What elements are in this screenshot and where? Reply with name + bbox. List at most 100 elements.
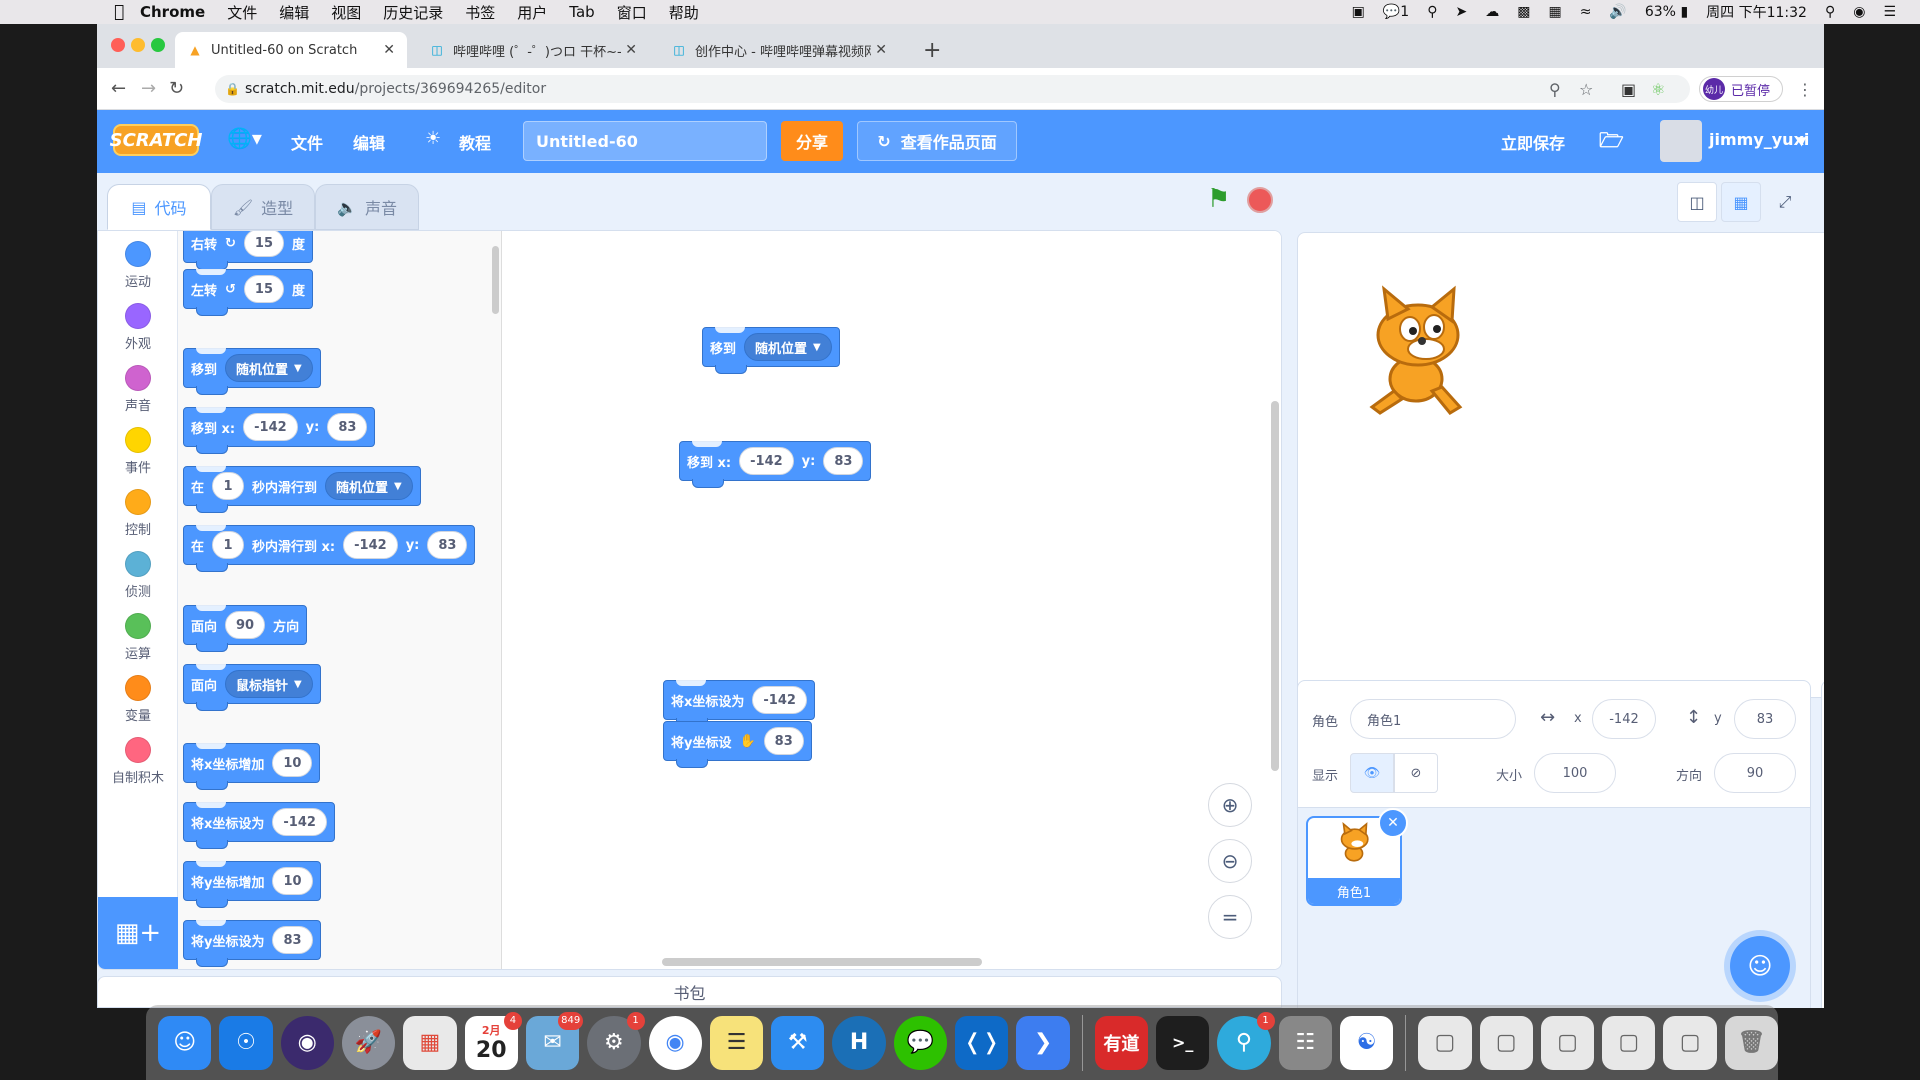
- palette-block-point-direction[interactable]: 面向 90 方向: [183, 605, 308, 652]
- palette-block-turn-right[interactable]: 右转 ↻ 15 度: [183, 231, 314, 270]
- block-input[interactable]: 83: [763, 727, 804, 755]
- small-stage-button[interactable]: ◫: [1677, 182, 1717, 222]
- category-motion[interactable]: 运动: [98, 241, 178, 290]
- zoom-magnifier-icon[interactable]: ⚲: [1549, 80, 1561, 99]
- back-arrow-icon[interactable]: ←: [111, 78, 126, 99]
- dock-terminal-icon[interactable]: >_: [1155, 1015, 1210, 1070]
- profile-paused-button[interactable]: 幼儿 已暂停: [1699, 76, 1784, 102]
- menubar-item-view[interactable]: 视图: [331, 2, 361, 23]
- palette-block-change-y[interactable]: 将y坐标增加 10: [183, 861, 321, 908]
- stop-sign-icon[interactable]: [1247, 187, 1273, 213]
- react-extension-icon[interactable]: ⚛: [1651, 80, 1665, 99]
- show-hidden-button[interactable]: ⊘: [1394, 753, 1438, 793]
- sprite-size-input[interactable]: 100: [1534, 753, 1616, 793]
- palette-block-point-towards[interactable]: 面向 鼠标指针 ▼: [183, 664, 321, 711]
- tab-close-icon[interactable]: ✕: [383, 42, 395, 58]
- bookmark-star-icon[interactable]: ☆: [1579, 80, 1593, 99]
- forward-arrow-icon[interactable]: →: [141, 78, 156, 99]
- sprite-direction-input[interactable]: 90: [1714, 753, 1796, 793]
- workspace-block-goto-xy[interactable]: 移到 x: -142 y: 83: [679, 441, 872, 488]
- tab-sounds[interactable]: 🔈 声音: [315, 184, 419, 230]
- message-icon[interactable]: 💬1: [1383, 4, 1409, 20]
- palette-block-goto-menu[interactable]: 移到 随机位置 ▼: [183, 348, 321, 395]
- dock-xcode-icon[interactable]: ⚒: [771, 1015, 825, 1070]
- stage-canvas[interactable]: [1297, 232, 1824, 698]
- edit-menu[interactable]: 编辑: [353, 130, 385, 154]
- reload-icon[interactable]: ↻: [169, 78, 184, 99]
- dock-system-preferences-icon[interactable]: ⚙ 1: [587, 1011, 645, 1070]
- display-icon[interactable]: ▩: [1517, 4, 1530, 20]
- menubar-item-file[interactable]: 文件: [227, 2, 257, 23]
- zoom-reset-button[interactable]: =: [1208, 895, 1252, 939]
- block-dropdown[interactable]: 随机位置 ▼: [325, 472, 413, 500]
- tab-code[interactable]: ▤ 代码: [107, 184, 211, 230]
- browser-tab-creator-center[interactable]: ◫ 创作中心 - 哔哩哔哩弹幕视频网 ✕: [659, 32, 899, 68]
- large-stage-button[interactable]: ▦: [1721, 182, 1761, 222]
- palette-block-goto-xy[interactable]: 移到 x: -142 y: 83: [183, 407, 376, 454]
- dock-launchpad-icon[interactable]: 🚀: [341, 1015, 396, 1070]
- block-dropdown[interactable]: 鼠标指针 ▼: [225, 670, 313, 698]
- block-input[interactable]: -142: [343, 531, 398, 559]
- block-input[interactable]: 1: [212, 531, 245, 559]
- battery-indicator[interactable]: 63% ▮: [1645, 4, 1688, 20]
- add-extension-button[interactable]: ▦+: [98, 897, 178, 969]
- extension-icon[interactable]: ▣: [1621, 80, 1636, 99]
- user-avatar[interactable]: [1660, 120, 1702, 162]
- search-status-icon[interactable]: ⚲: [1427, 4, 1437, 20]
- dock-youdao-icon[interactable]: 有道: [1094, 1015, 1148, 1070]
- notification-center-icon[interactable]: ☰: [1883, 4, 1896, 20]
- dock-baidu-netdisk-icon[interactable]: ☯: [1339, 1015, 1394, 1070]
- category-sound[interactable]: 声音: [98, 365, 178, 414]
- dock-wechat-icon[interactable]: 💬: [893, 1015, 948, 1070]
- menubar-item-window[interactable]: 窗口: [617, 2, 647, 23]
- block-input[interactable]: 1: [212, 472, 245, 500]
- zoom-in-button[interactable]: ⊕: [1208, 783, 1252, 827]
- dock-finder-icon[interactable]: ☺: [158, 1015, 212, 1070]
- tab-close-icon[interactable]: ✕: [875, 42, 887, 58]
- language-globe-icon[interactable]: 🌐▾: [227, 126, 262, 150]
- workspace-block-set-y[interactable]: 将y坐标设 ✋ 83: [663, 721, 812, 768]
- backpack-bar[interactable]: 书包: [97, 976, 1282, 1008]
- add-sprite-button[interactable]: ☺: [1730, 936, 1790, 996]
- block-input[interactable]: -142: [739, 447, 794, 475]
- chrome-menu-icon[interactable]: ⋮: [1797, 80, 1813, 99]
- input-method-icon[interactable]: ▦: [1548, 4, 1561, 20]
- dock-vscode-icon[interactable]: ❬❭: [955, 1015, 1009, 1070]
- menubar-item-tab[interactable]: Tab: [569, 3, 594, 21]
- dock-hbuilder-icon[interactable]: H: [832, 1015, 886, 1070]
- palette-scrollbar[interactable]: [492, 246, 499, 314]
- palette-block-glide-xy[interactable]: 在 1 秒内滑行到 x: -142 y: 83: [183, 525, 476, 572]
- block-input[interactable]: 83: [272, 926, 313, 954]
- dock-safari-icon[interactable]: ☉: [219, 1015, 273, 1070]
- wifi-icon[interactable]: ≈: [1580, 4, 1592, 20]
- screen-record-icon[interactable]: ▣: [1352, 4, 1365, 20]
- browser-tab-bilibili[interactable]: ◫ 哔哩哔哩 (゜-゜)つロ 干杯~-bili ✕: [417, 32, 649, 68]
- tab-costumes[interactable]: 🖌 造型: [211, 184, 315, 230]
- dock-chrome-icon[interactable]: ◉: [648, 1015, 702, 1070]
- palette-block-glide-menu[interactable]: 在 1 秒内滑行到 随机位置 ▼: [183, 466, 421, 513]
- block-input[interactable]: 83: [823, 447, 864, 475]
- palette-block-change-x[interactable]: 将x坐标增加 10: [183, 743, 321, 790]
- category-operators[interactable]: 运算: [98, 613, 178, 662]
- category-variables[interactable]: 变量: [98, 675, 178, 724]
- category-events[interactable]: 事件: [98, 427, 178, 476]
- window-minimize-button[interactable]: [131, 38, 145, 52]
- account-caret-icon[interactable]: ▼: [1797, 134, 1806, 148]
- browser-tab-scratch[interactable]: ▲ Untitled-60 on Scratch ✕: [175, 32, 407, 68]
- sprite-x-input[interactable]: -142: [1592, 699, 1656, 739]
- dock-trash-icon[interactable]: 🗑: [1724, 1015, 1779, 1070]
- palette-block-set-y[interactable]: 将y坐标设为 83: [183, 920, 321, 967]
- palette-block-turn-left[interactable]: 左转 ↺ 15 度: [183, 269, 314, 316]
- block-input[interactable]: 15: [243, 231, 285, 257]
- file-menu[interactable]: 文件: [291, 130, 323, 154]
- block-input[interactable]: -142: [752, 686, 807, 714]
- dock-qq-icon[interactable]: ⚲ 1: [1217, 1011, 1275, 1070]
- dock-mail-icon[interactable]: ✉ 849: [525, 1011, 584, 1070]
- see-project-page-button[interactable]: ↻ 查看作品页面: [857, 121, 1017, 161]
- dock-remote-desktop-icon[interactable]: ❯: [1016, 1015, 1070, 1070]
- volume-icon[interactable]: 🔊: [1609, 4, 1626, 20]
- dock-window-preview-icon[interactable]: ▢: [1663, 1015, 1717, 1070]
- workspace-block-goto-menu[interactable]: 移到 随机位置 ▼: [702, 327, 840, 374]
- tab-close-icon[interactable]: ✕: [625, 42, 637, 58]
- category-my-blocks[interactable]: 自制积木: [98, 737, 178, 786]
